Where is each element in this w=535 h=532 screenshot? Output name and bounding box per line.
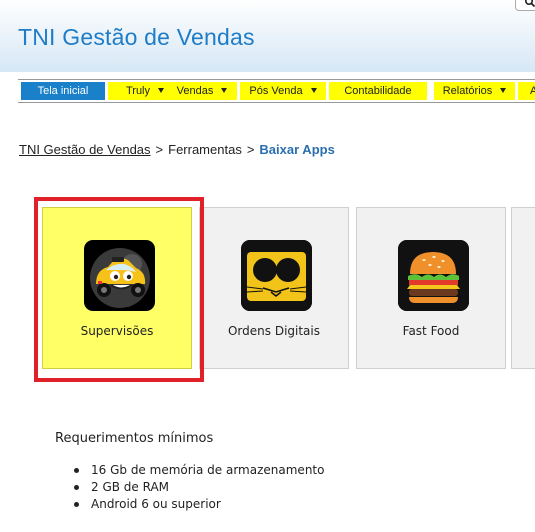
breadcrumb: TNI Gestão de Vendas > Ferramentas > Baixar … [19, 142, 335, 157]
breadcrumb-separator: > [155, 142, 164, 157]
nav-item-home[interactable]: Tela inicial [21, 82, 105, 100]
app-card-supervisoes[interactable]: Supervisões [42, 207, 192, 369]
breadcrumb-separator: > [246, 142, 255, 157]
nav-item-label: Truly [125, 85, 151, 97]
breadcrumb-current: Baixar Apps [259, 142, 335, 157]
nav-item-label: A [530, 85, 535, 97]
nav-item-pos-venda[interactable]: Pós Venda [240, 82, 326, 100]
list-item: Android 6 ou superior [74, 496, 324, 513]
breadcrumb-item-ferramentas: Ferramentas [168, 142, 242, 157]
nav-item-overflow[interactable]: A [518, 82, 535, 100]
search-icon [525, 0, 535, 8]
nav-item-label: Relatórios [442, 85, 493, 97]
app-card-fast-food[interactable]: Fast Food [356, 207, 506, 369]
nav-item-label: Pós Venda [249, 85, 303, 97]
requirements-list: 16 Gb de memória de armazenamento 2 GB d… [74, 462, 324, 513]
requirements-title: Requerimentos mínimos [55, 431, 214, 446]
nav-item-vendas[interactable]: Vendas [167, 82, 237, 100]
nav-item-label: Contabilidade [344, 85, 412, 97]
app-card-label: Ordens Digitais [227, 324, 320, 338]
search-button[interactable] [515, 0, 535, 11]
burger-icon [398, 240, 469, 311]
breadcrumb-link-home[interactable]: TNI Gestão de Vendas [19, 142, 151, 157]
chevron-down-icon [221, 87, 228, 93]
taxi-car-icon [84, 240, 155, 311]
chevron-down-icon [500, 87, 507, 93]
main-nav: Tela inicial Truly Vendas Pós Venda Cont… [18, 79, 535, 103]
cat-eyes-icon [241, 240, 312, 311]
list-item: 16 Gb de memória de armazenamento [74, 462, 324, 479]
list-item: 2 GB de RAM [74, 479, 324, 496]
app-title: TNI Gestão de Vendas [18, 24, 255, 50]
app-card-ordens-digitais[interactable]: Ordens Digitais [199, 207, 349, 369]
nav-item-contabilidade[interactable]: Contabilidade [329, 82, 427, 100]
app-header: TNI Gestão de Vendas [0, 0, 535, 72]
app-card-partial[interactable] [511, 207, 535, 369]
app-card-label: Supervisões [80, 324, 154, 338]
nav-item-label: Vendas [176, 85, 214, 97]
chevron-down-icon [310, 87, 317, 93]
nav-item-label: Tela inicial [37, 85, 89, 97]
chevron-down-icon [158, 87, 165, 93]
nav-item-relatorios[interactable]: Relatórios [434, 82, 515, 100]
app-card-label: Fast Food [402, 324, 460, 338]
